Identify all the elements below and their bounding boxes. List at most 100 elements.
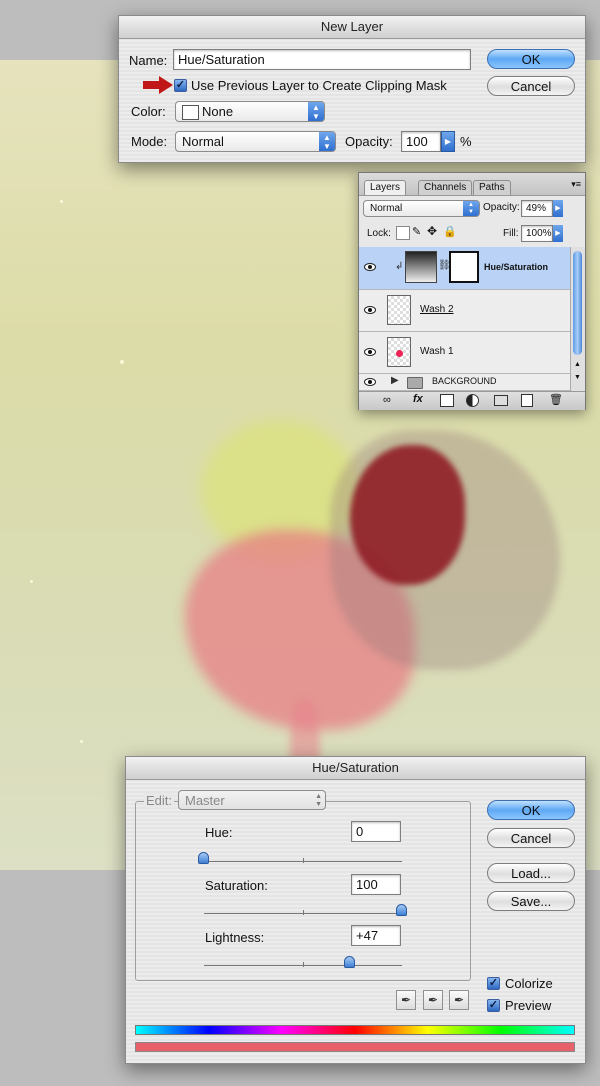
- output-color-bar: [135, 1042, 575, 1052]
- select-arrows-icon: ▲ ▼: [315, 793, 322, 808]
- saturation-label: Saturation:: [205, 878, 268, 893]
- mode-value: Normal: [182, 134, 224, 149]
- lightness-input[interactable]: +47: [351, 925, 401, 946]
- visibility-eye-icon[interactable]: [364, 263, 376, 271]
- cancel-button[interactable]: Cancel: [487, 76, 575, 96]
- new-layer-title: New Layer: [119, 16, 585, 39]
- layer-thumbnail: [387, 295, 411, 325]
- new-group-icon[interactable]: [494, 395, 508, 406]
- lightness-slider-thumb[interactable]: [344, 956, 355, 968]
- layer-name: Wash 2: [420, 304, 454, 315]
- save-button[interactable]: Save...: [487, 891, 575, 911]
- preview-checkbox[interactable]: ✓: [487, 999, 500, 1012]
- adjustment-thumbnail: [405, 251, 437, 283]
- scroll-up-icon[interactable]: ▲: [574, 361, 581, 368]
- mode-select[interactable]: Normal ▲ ▼: [175, 131, 336, 152]
- cancel-button[interactable]: Cancel: [487, 828, 575, 848]
- visibility-eye-icon[interactable]: [364, 348, 376, 356]
- hue-saturation-title: Hue/Saturation: [126, 757, 585, 780]
- dark-red-wash: [350, 445, 465, 585]
- panel-opacity-input[interactable]: 49%: [521, 200, 553, 217]
- opacity-label: Opacity:: [345, 134, 393, 149]
- opacity-input[interactable]: 100: [401, 131, 441, 152]
- layers-scrollbar[interactable]: ▲ ▼: [570, 247, 585, 392]
- tab-channels[interactable]: Channels: [418, 180, 473, 195]
- clipping-mask-checkbox[interactable]: ✓: [174, 79, 187, 92]
- saturation-input[interactable]: 100: [351, 874, 401, 895]
- edit-label: Edit:: [144, 793, 175, 808]
- lightness-label: Lightness:: [205, 930, 265, 945]
- trash-icon[interactable]: 🗑: [549, 393, 563, 406]
- folder-icon: [407, 377, 423, 389]
- expand-triangle-icon[interactable]: ▶: [391, 375, 399, 386]
- lock-label: Lock:: [367, 228, 391, 239]
- ok-button[interactable]: OK: [487, 49, 575, 69]
- name-label: Name:: [129, 53, 168, 68]
- layer-name: Wash 1: [420, 346, 454, 357]
- eyedropper-plus-icon[interactable]: ✒: [423, 990, 443, 1010]
- colorize-label: Colorize: [505, 976, 553, 991]
- lock-transparent-icon[interactable]: [396, 226, 410, 240]
- edit-value: Master: [185, 793, 225, 808]
- color-swatch: [182, 105, 199, 120]
- select-arrows-icon: ▲ ▼: [319, 132, 335, 151]
- tab-paths[interactable]: Paths: [473, 180, 511, 195]
- scroll-thumb[interactable]: [573, 251, 582, 355]
- layer-name: Hue/Saturation: [484, 262, 549, 272]
- adjustment-group: [135, 801, 471, 981]
- hue-input[interactable]: 0: [351, 821, 401, 842]
- clip-arrow-icon: ↲: [395, 261, 404, 272]
- lock-all-icon[interactable]: 🔒: [443, 225, 457, 238]
- opacity-arrow-button[interactable]: ▶: [441, 131, 455, 152]
- layer-row-background[interactable]: ▶ BACKGROUND: [359, 374, 570, 391]
- select-arrows-icon: ▲ ▼: [308, 102, 324, 121]
- ok-button[interactable]: OK: [487, 800, 575, 820]
- colorize-checkbox[interactable]: ✓: [487, 977, 500, 990]
- preview-label: Preview: [505, 998, 552, 1013]
- input-color-spectrum: [135, 1025, 575, 1035]
- layer-name: BACKGROUND: [432, 376, 497, 386]
- new-layer-icon[interactable]: [521, 394, 533, 407]
- layer-thumbnail: [387, 337, 411, 367]
- visibility-eye-icon[interactable]: [364, 306, 376, 314]
- lock-brush-icon[interactable]: ✎: [412, 225, 421, 238]
- layer-row-hue-saturation[interactable]: ↲ ⛓ Hue/Saturation: [359, 247, 570, 290]
- layers-panel: Layers Channels Paths ▾≡ Normal ▲ ▼ Opaci…: [358, 172, 586, 410]
- saturation-slider-thumb[interactable]: [396, 904, 407, 916]
- edit-select[interactable]: Master ▲ ▼: [178, 790, 326, 810]
- layer-row-wash-1[interactable]: Wash 1: [359, 332, 570, 374]
- fx-icon[interactable]: fx: [413, 393, 423, 405]
- fill-input[interactable]: 100%: [521, 225, 553, 242]
- visibility-eye-icon[interactable]: [364, 378, 376, 386]
- layers-toolbar: ∞ fx 🗑: [359, 391, 585, 410]
- eyedropper-icon[interactable]: ✒: [396, 990, 416, 1010]
- mask-thumbnail: [449, 251, 479, 283]
- layer-row-wash-2[interactable]: Wash 2: [359, 290, 570, 332]
- hue-saturation-dialog: Hue/Saturation Edit: Master ▲ ▼ Hue: 0 Sa…: [125, 756, 586, 1064]
- add-mask-icon[interactable]: [440, 394, 454, 407]
- layer-name-input[interactable]: Hue/Saturation: [173, 49, 471, 70]
- mode-label: Mode:: [131, 134, 168, 149]
- eyedropper-minus-icon[interactable]: ✒: [449, 990, 469, 1010]
- select-arrows-icon: ▲ ▼: [463, 201, 479, 216]
- hue-label: Hue:: [205, 825, 233, 840]
- blend-mode-select[interactable]: Normal ▲ ▼: [363, 200, 480, 217]
- link-layers-icon[interactable]: ∞: [383, 394, 391, 406]
- opacity-unit: %: [460, 134, 472, 149]
- adjustment-layer-icon[interactable]: [466, 394, 479, 407]
- fill-arrow[interactable]: ▶: [553, 225, 563, 242]
- panel-menu-icon[interactable]: ▾≡: [571, 179, 581, 190]
- hue-slider-thumb[interactable]: [198, 852, 209, 864]
- load-button[interactable]: Load...: [487, 863, 575, 883]
- fill-label: Fill:: [503, 228, 519, 239]
- scroll-down-icon[interactable]: ▼: [574, 374, 581, 381]
- lock-move-icon[interactable]: ✥: [427, 224, 437, 238]
- color-select[interactable]: None ▲ ▼: [175, 101, 325, 122]
- clipping-mask-label: Use Previous Layer to Create Clipping Ma…: [191, 78, 447, 93]
- new-layer-dialog: New Layer Name: Hue/Saturation ✓ Use Pre…: [118, 15, 586, 163]
- color-value: None: [202, 104, 234, 119]
- panel-opacity-arrow[interactable]: ▶: [553, 200, 563, 217]
- panel-tabs: Layers Channels Paths ▾≡: [359, 173, 585, 196]
- tab-layers[interactable]: Layers: [364, 180, 407, 195]
- blend-mode-value: Normal: [370, 203, 403, 214]
